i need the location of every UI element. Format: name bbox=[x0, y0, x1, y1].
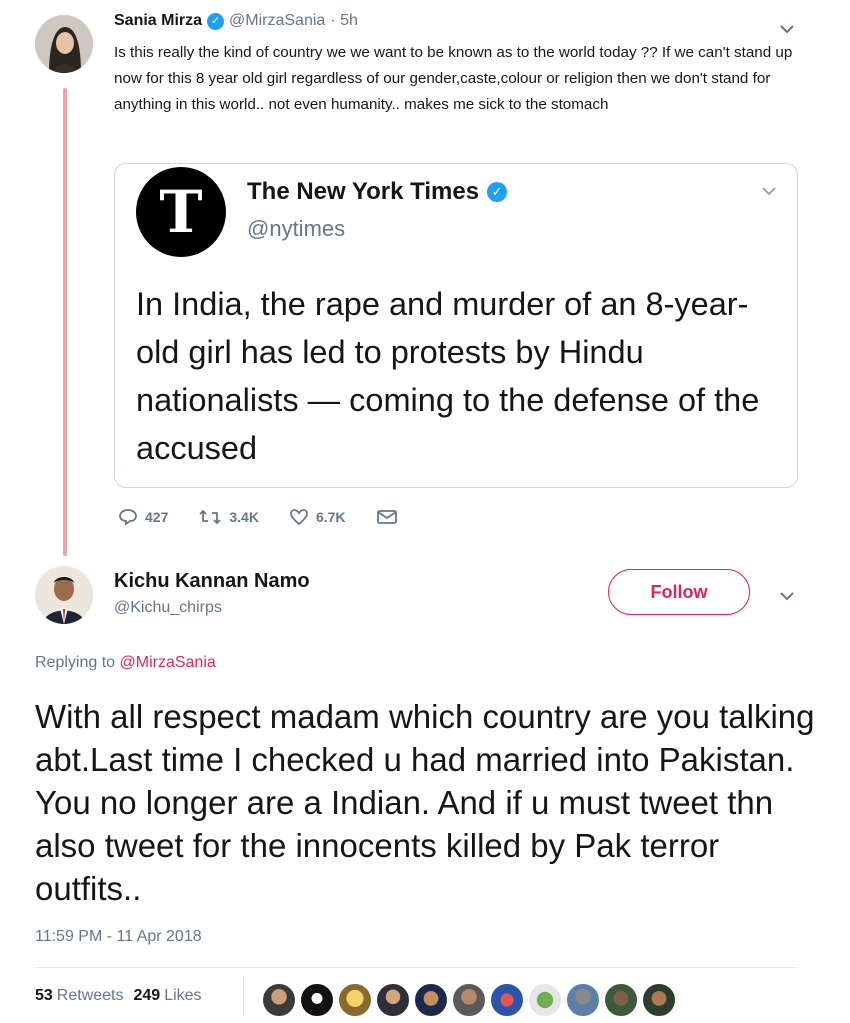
liker-avatar[interactable] bbox=[604, 983, 638, 1017]
liker-avatar[interactable] bbox=[642, 983, 676, 1017]
likes-label: Likes bbox=[164, 987, 202, 1004]
like-action[interactable]: 6.7K bbox=[289, 508, 346, 526]
replying-to-mention[interactable]: @MirzaSania bbox=[120, 654, 216, 671]
liker-avatar[interactable] bbox=[490, 983, 524, 1017]
reply-icon bbox=[119, 509, 137, 526]
quoted-author-name[interactable]: The New York Times bbox=[247, 178, 479, 206]
heart-icon bbox=[290, 509, 308, 526]
nyt-logo-avatar[interactable]: T bbox=[136, 167, 226, 257]
liker-avatar[interactable] bbox=[528, 983, 562, 1017]
reply-action[interactable]: 427 bbox=[118, 508, 168, 526]
tweet-timestamp[interactable]: 11:59 PM - 11 Apr 2018 bbox=[35, 928, 202, 946]
liker-avatar[interactable] bbox=[300, 983, 334, 1017]
retweets-label: Retweets bbox=[56, 987, 124, 1004]
tweet-actions: 427 3.4K 6.7K bbox=[118, 508, 428, 526]
author-handle[interactable]: @MirzaSania bbox=[229, 12, 325, 30]
retweet-icon bbox=[199, 509, 221, 525]
chevron-down-icon[interactable] bbox=[758, 180, 780, 202]
divider bbox=[35, 967, 797, 968]
replying-to-line: Replying to @MirzaSania bbox=[35, 654, 216, 672]
reply-author-handle[interactable]: @Kichu_chirps bbox=[114, 599, 222, 617]
liker-avatar[interactable] bbox=[262, 983, 296, 1017]
reply-author-name[interactable]: Kichu Kannan Namo bbox=[114, 570, 310, 593]
like-count: 6.7K bbox=[315, 509, 346, 525]
verified-check-icon: ✓ bbox=[207, 12, 225, 30]
quoted-tweet-text: In India, the rape and murder of an 8-ye… bbox=[136, 286, 760, 466]
avatar-kichu-kannan[interactable] bbox=[35, 566, 93, 624]
liker-avatar[interactable] bbox=[414, 983, 448, 1017]
retweet-count: 3.4K bbox=[229, 509, 259, 525]
envelope-icon bbox=[376, 510, 397, 524]
quoted-author-handle[interactable]: @nytimes bbox=[247, 216, 345, 242]
message-action[interactable] bbox=[376, 509, 398, 525]
tweet-text: Is this really the kind of country we we… bbox=[114, 44, 793, 113]
author-name[interactable]: Sania Mirza bbox=[114, 12, 202, 30]
replying-to-label: Replying to bbox=[35, 654, 116, 671]
tweet-stats: 53 Retweets 249 Likes bbox=[35, 987, 202, 1005]
retweet-action[interactable]: 3.4K bbox=[198, 508, 259, 526]
liker-avatar[interactable] bbox=[338, 983, 372, 1017]
follow-button[interactable]: Follow bbox=[608, 569, 750, 615]
chevron-down-icon[interactable] bbox=[776, 18, 798, 40]
liker-avatar[interactable] bbox=[452, 983, 486, 1017]
likes-count: 249 bbox=[133, 987, 161, 1004]
tweet-header: Sania Mirza ✓ @MirzaSania · 5h bbox=[114, 12, 358, 30]
quoted-author-row: The New York Times ✓ bbox=[247, 178, 508, 206]
thread-connector-line bbox=[63, 88, 67, 556]
likes-stat[interactable]: 249 Likes bbox=[134, 987, 202, 1005]
liker-avatar[interactable] bbox=[566, 983, 600, 1017]
avatar-sania-mirza[interactable] bbox=[35, 15, 93, 73]
reply-count: 427 bbox=[145, 509, 169, 525]
tweet-time[interactable]: · 5h bbox=[330, 12, 358, 30]
retweets-count: 53 bbox=[35, 987, 53, 1004]
stats-separator bbox=[243, 978, 244, 1014]
chevron-down-icon[interactable] bbox=[776, 585, 798, 607]
verified-check-icon: ✓ bbox=[487, 182, 508, 202]
reply-tweet-text: With all respect madam which country are… bbox=[35, 698, 815, 907]
retweets-stat[interactable]: 53 Retweets bbox=[35, 987, 124, 1005]
liker-avatar[interactable] bbox=[376, 983, 410, 1017]
liker-avatars bbox=[262, 983, 676, 1017]
